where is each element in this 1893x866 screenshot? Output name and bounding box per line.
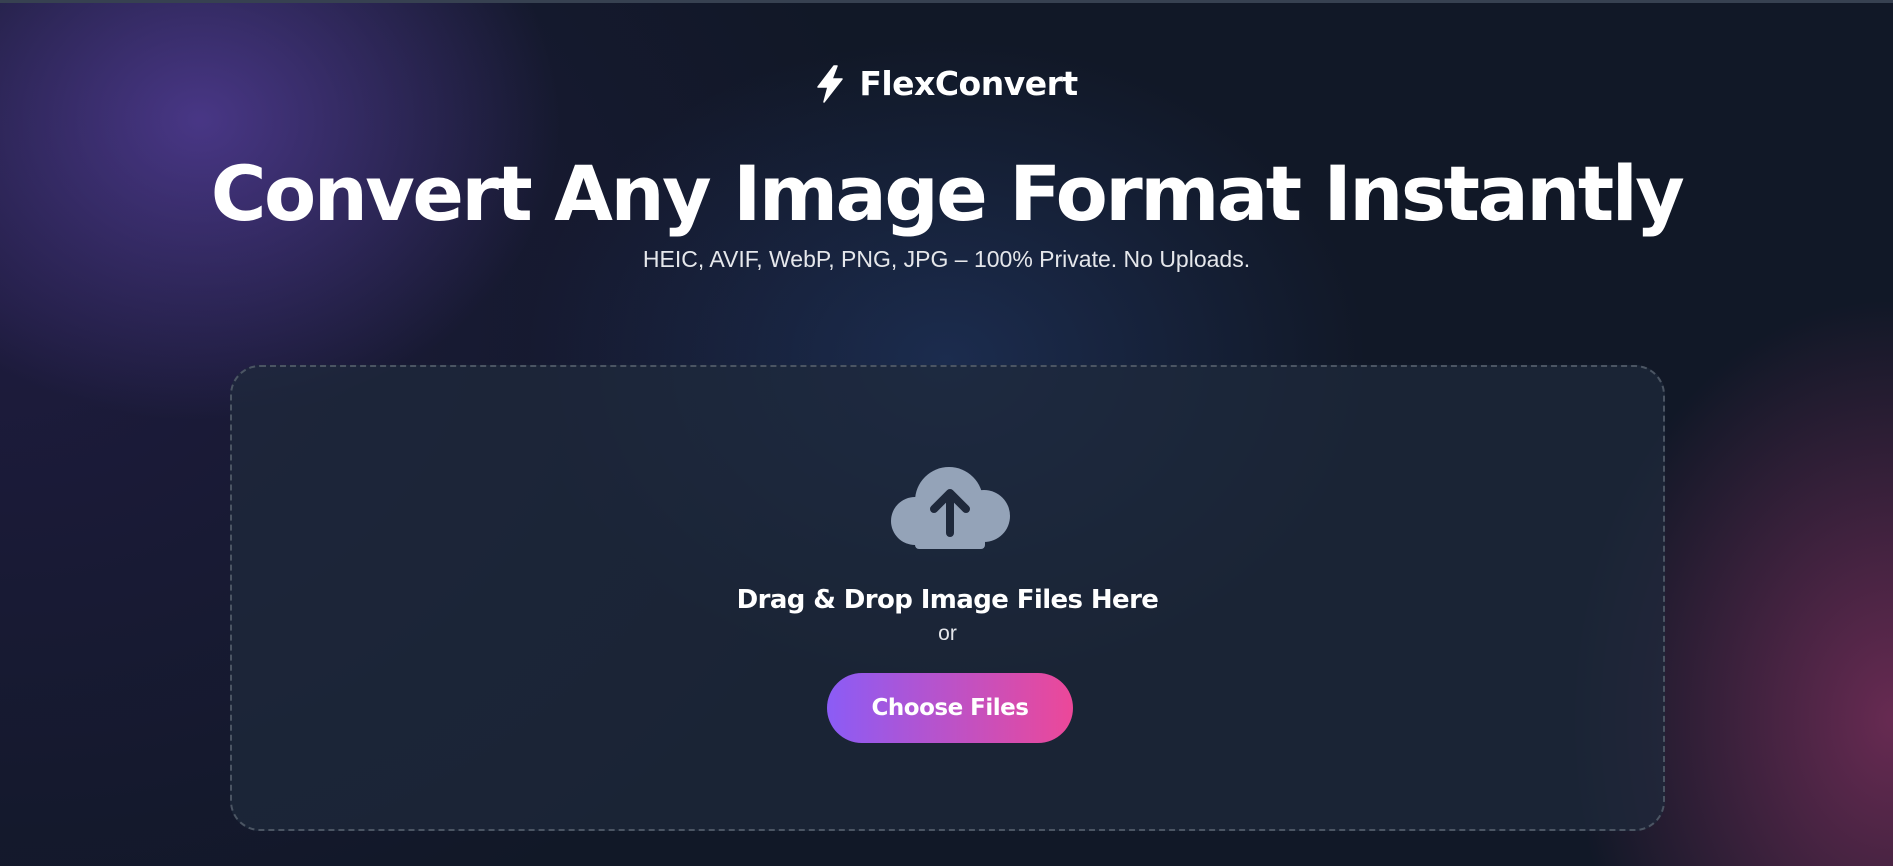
brand-name: FlexConvert [859,64,1078,103]
dropzone-title: Drag & Drop Image Files Here [736,585,1159,615]
file-dropzone[interactable]: Drag & Drop Image Files Here or Choose F… [230,365,1665,831]
dropzone-or-text: or [938,622,957,645]
lightning-bolt-icon [817,64,844,103]
top-border [0,0,1893,3]
cloud-upload-icon [891,467,1010,549]
page-title: Convert Any Image Format Instantly [210,149,1685,238]
brand-header: FlexConvert [0,64,1893,103]
choose-files-button[interactable]: Choose Files [827,673,1073,743]
page-subtitle: HEIC, AVIF, WebP, PNG, JPG – 100% Privat… [642,246,1251,272]
